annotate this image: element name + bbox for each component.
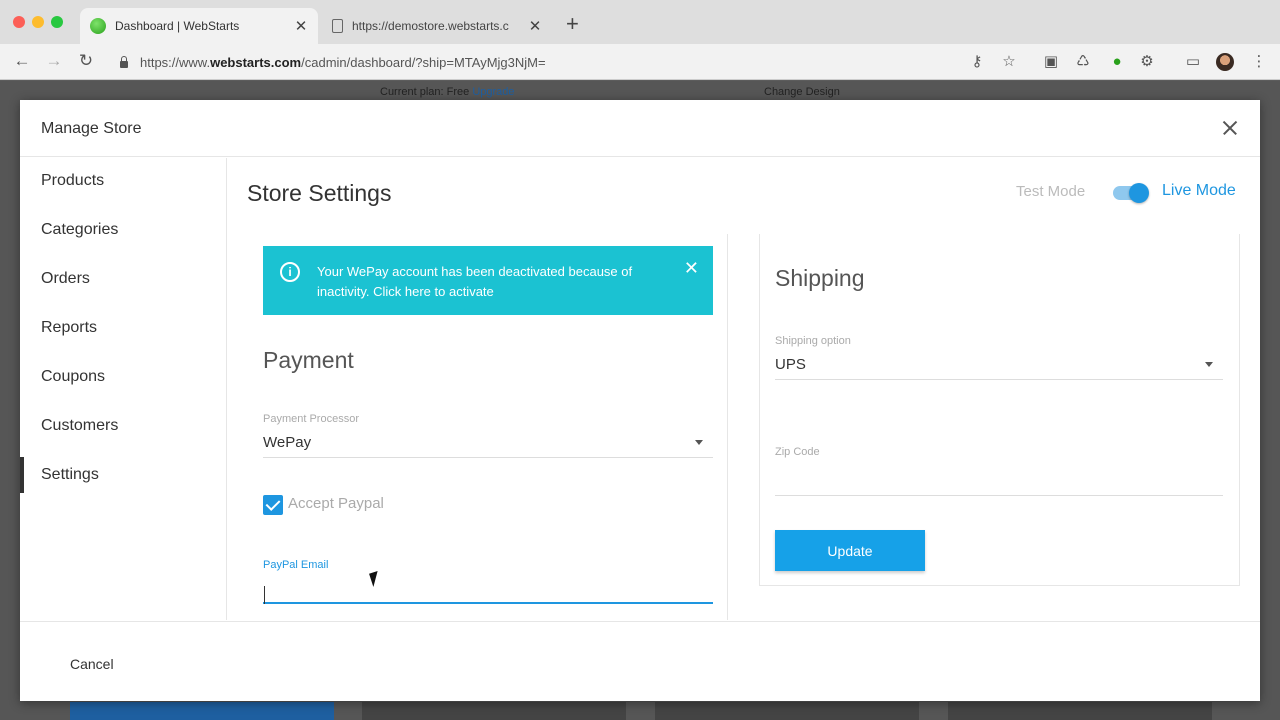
background-panel <box>362 702 626 720</box>
page-title: Store Settings <box>247 180 392 206</box>
tab-title: https://demostore.webstarts.c <box>352 19 509 33</box>
background-panel <box>70 702 334 720</box>
payment-processor-label: Payment Processor <box>263 413 359 425</box>
shipping-section: Shipping Shipping option UPS Zip Code Up… <box>759 234 1240 586</box>
kebab-menu-icon[interactable]: ⋮ <box>1250 53 1268 71</box>
profile-avatar[interactable] <box>1216 53 1234 71</box>
accept-paypal-label: Accept Paypal <box>288 495 384 512</box>
browser-tab-dashboard[interactable]: Dashboard | WebStarts ✕ <box>80 8 318 44</box>
extension-badge-icon[interactable]: ● <box>1108 53 1126 71</box>
wepay-deactivated-alert[interactable]: i Your WePay account has been deactivate… <box>263 246 713 315</box>
window-close-button[interactable] <box>13 16 25 28</box>
sidebar-item-coupons[interactable]: Coupons <box>20 359 226 395</box>
test-mode-label: Test Mode <box>1016 183 1086 200</box>
alert-close-icon[interactable]: ✕ <box>684 258 699 279</box>
column-divider <box>727 234 728 620</box>
zip-code-label: Zip Code <box>775 446 820 458</box>
paypal-email-input[interactable] <box>263 568 713 604</box>
address-bar[interactable]: https://www.webstarts.com/cadmin/dashboa… <box>110 48 1030 76</box>
gear-icon[interactable]: ⚙ <box>1138 53 1156 71</box>
window-minimize-button[interactable] <box>32 16 44 28</box>
change-design-link: Change Design <box>764 86 840 98</box>
star-icon[interactable]: ☆ <box>1000 53 1018 71</box>
payment-title: Payment <box>263 347 354 373</box>
payment-processor-select[interactable]: WePay <box>263 426 713 458</box>
shipping-option-value: UPS <box>775 356 806 373</box>
cast-icon[interactable]: ▭ <box>1184 53 1202 71</box>
sidebar-item-customers[interactable]: Customers <box>20 408 226 444</box>
modal-title: Manage Store <box>41 120 142 137</box>
sidebar-item-categories[interactable]: Categories <box>20 212 226 248</box>
payment-section: i Your WePay account has been deactivate… <box>263 246 713 620</box>
store-settings-panel: Store Settings Test Mode Live Mode i You… <box>228 158 1260 620</box>
modal-header: Manage Store <box>20 100 1260 157</box>
toggle-knob <box>1129 183 1149 203</box>
shipping-option-label: Shipping option <box>775 335 851 347</box>
tab-title: Dashboard | WebStarts <box>115 19 240 33</box>
new-tab-icon[interactable]: + <box>566 13 579 35</box>
manage-store-modal: Manage Store Products Categories Orders … <box>20 100 1260 701</box>
live-mode-label: Live Mode <box>1162 182 1236 199</box>
window-zoom-button[interactable] <box>51 16 63 28</box>
lock-icon <box>118 56 130 68</box>
sidebar-item-reports[interactable]: Reports <box>20 310 226 346</box>
shipping-option-select[interactable]: UPS <box>775 348 1223 380</box>
tab-close-icon[interactable]: ✕ <box>524 17 546 35</box>
close-icon[interactable] <box>1218 116 1242 140</box>
url-text: https://www.webstarts.com/cadmin/dashboa… <box>140 54 546 70</box>
webstarts-favicon-icon <box>90 18 106 34</box>
info-icon: i <box>280 262 300 282</box>
recycle-icon[interactable]: ♺ <box>1074 53 1092 71</box>
background-panel <box>948 702 1212 720</box>
plan-text: Current plan: Free Upgrade <box>380 86 515 98</box>
zip-code-input[interactable] <box>775 464 1223 496</box>
tab-close-icon[interactable]: ✕ <box>290 17 312 35</box>
reload-icon[interactable]: ↻ <box>75 51 97 71</box>
text-cursor <box>264 586 265 604</box>
forward-arrow-icon[interactable]: → <box>43 51 65 71</box>
chevron-down-icon <box>1205 362 1213 367</box>
browser-tab-demostore[interactable]: https://demostore.webstarts.c ✕ <box>320 8 552 44</box>
page-favicon-icon <box>332 19 343 33</box>
payment-processor-value: WePay <box>263 434 312 451</box>
mode-toggle[interactable] <box>1113 183 1149 203</box>
browser-tab-bar: Dashboard | WebStarts ✕ https://demostor… <box>0 0 1280 44</box>
accept-paypal-checkbox[interactable] <box>263 495 283 515</box>
cancel-button[interactable]: Cancel <box>70 656 114 672</box>
sidebar-item-orders[interactable]: Orders <box>20 261 226 297</box>
key-icon[interactable]: ⚷ <box>968 53 986 71</box>
shipping-title: Shipping <box>775 265 865 291</box>
store-sidebar: Products Categories Orders Reports Coupo… <box>20 158 227 620</box>
sidebar-item-products[interactable]: Products <box>20 163 226 199</box>
chevron-down-icon <box>695 440 703 445</box>
sidebar-item-settings[interactable]: Settings <box>20 457 226 493</box>
browser-toolbar: ← → ↻ https://www.webstarts.com/cadmin/d… <box>0 44 1280 80</box>
extension-icon[interactable]: ▣ <box>1042 53 1060 71</box>
modal-footer: Cancel <box>20 621 1260 701</box>
alert-message[interactable]: Your WePay account has been deactivated … <box>317 262 667 302</box>
update-button[interactable]: Update <box>775 530 925 571</box>
background-panel <box>655 702 919 720</box>
back-arrow-icon[interactable]: ← <box>11 51 33 71</box>
